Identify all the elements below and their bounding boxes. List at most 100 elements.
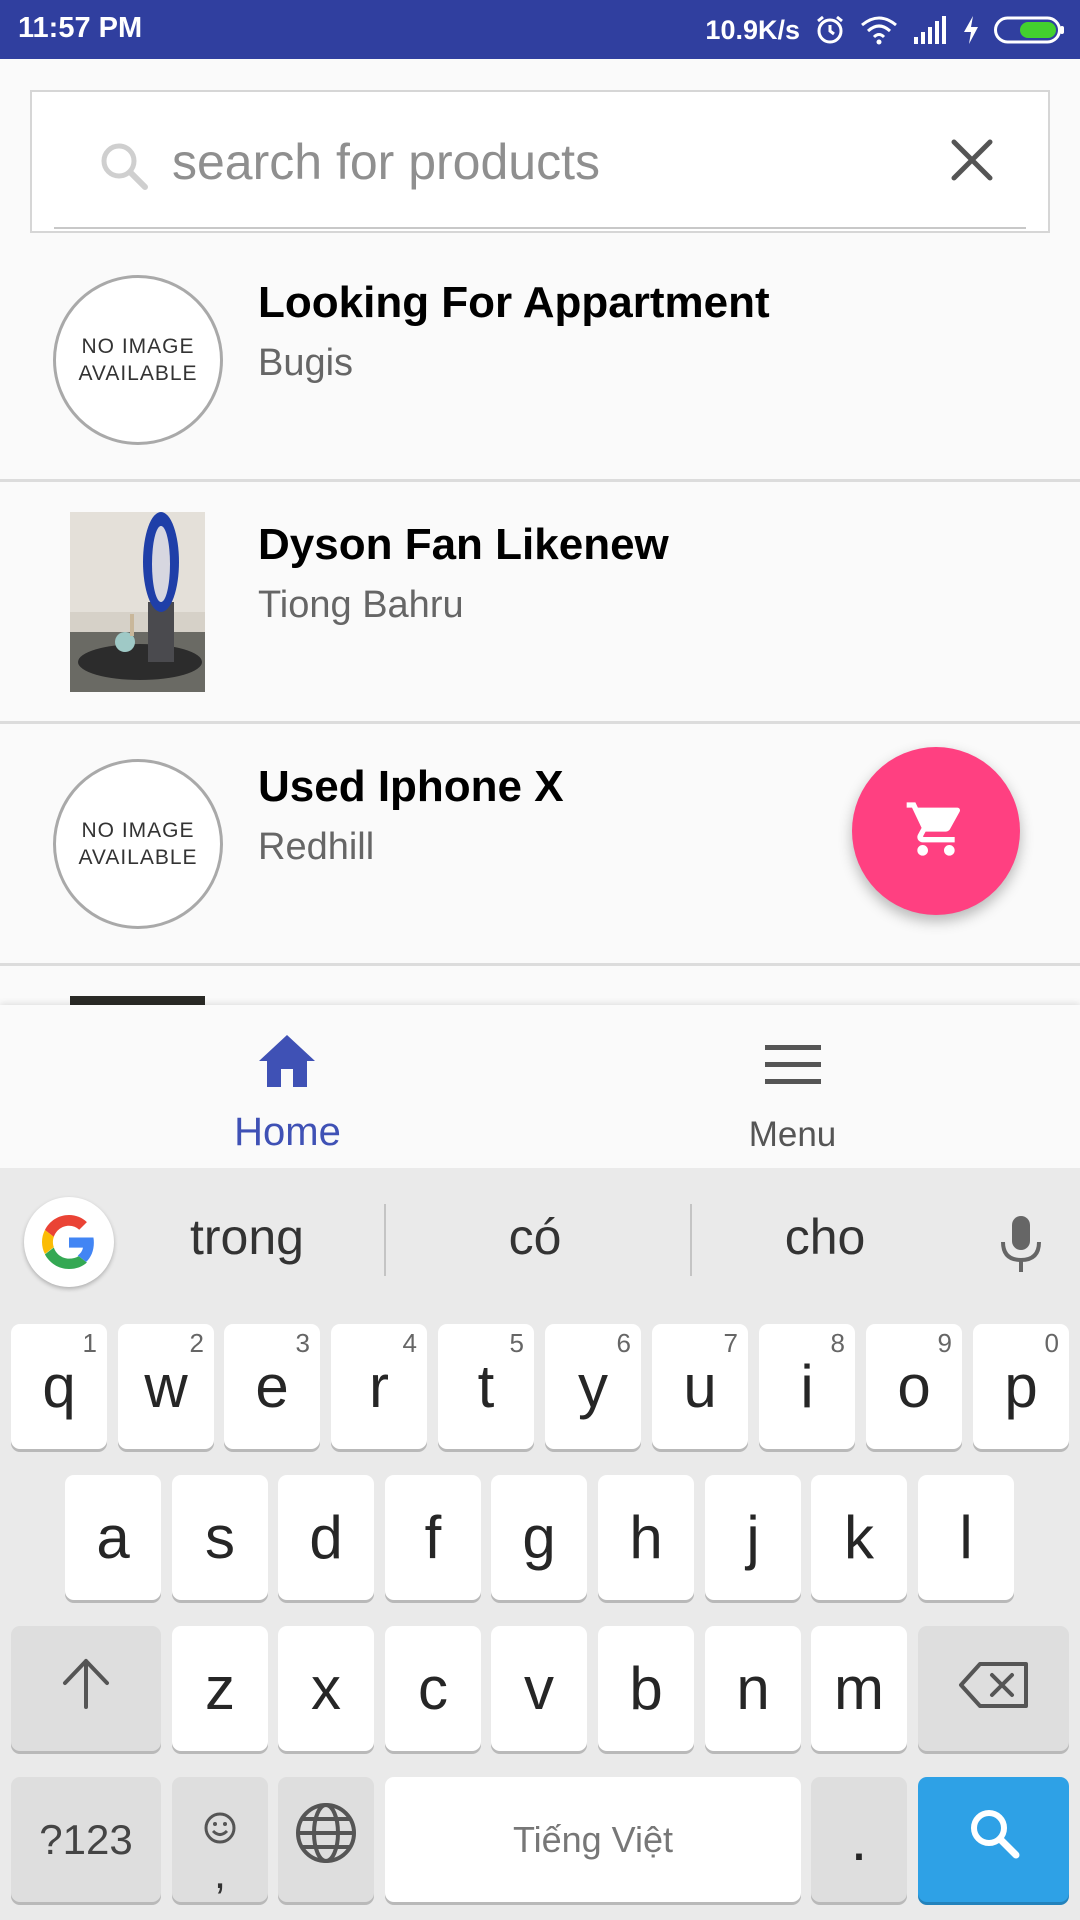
key-x[interactable]: x bbox=[278, 1626, 374, 1751]
product-photo bbox=[70, 996, 205, 1005]
key-label: a bbox=[96, 1504, 130, 1571]
key-e[interactable]: e3 bbox=[224, 1324, 320, 1449]
key-hint: 7 bbox=[723, 1328, 738, 1358]
symbols-key[interactable]: ?123 bbox=[11, 1777, 161, 1902]
shift-key[interactable] bbox=[11, 1626, 161, 1751]
key-label: t bbox=[477, 1353, 495, 1420]
language-key[interactable] bbox=[278, 1777, 374, 1902]
key-i[interactable]: i8 bbox=[759, 1324, 855, 1449]
no-image-line1: NO IMAGE bbox=[81, 819, 195, 842]
key-label: o bbox=[897, 1353, 931, 1420]
key-k[interactable]: k bbox=[811, 1475, 907, 1600]
key-b[interactable]: b bbox=[598, 1626, 694, 1751]
google-icon[interactable] bbox=[24, 1197, 114, 1287]
cart-fab-button[interactable] bbox=[852, 747, 1020, 915]
key-hint: 4 bbox=[402, 1328, 417, 1358]
status-bar: 11:57 PM 10.9K/s bbox=[0, 0, 1080, 59]
list-item[interactable]: Dyson Fan Likenew Tiong Bahru bbox=[0, 482, 1080, 724]
search-key[interactable] bbox=[918, 1777, 1069, 1902]
key-hint: 2 bbox=[189, 1328, 204, 1358]
key-f[interactable]: f bbox=[385, 1475, 481, 1600]
product-photo bbox=[70, 512, 205, 692]
key-label: v bbox=[524, 1655, 554, 1722]
suggestion-2[interactable]: có bbox=[410, 1208, 660, 1266]
key-label: d bbox=[309, 1504, 343, 1571]
no-image-line2: AVAILABLE bbox=[78, 846, 198, 869]
key-o[interactable]: o9 bbox=[866, 1324, 962, 1449]
nav-home-label: Home bbox=[234, 1110, 341, 1154]
bottom-navigation: Home Menu bbox=[0, 1005, 1080, 1168]
key-r[interactable]: r4 bbox=[331, 1324, 427, 1449]
key-label: l bbox=[959, 1504, 973, 1571]
close-icon[interactable] bbox=[942, 130, 1002, 190]
key-hint: 3 bbox=[295, 1328, 310, 1358]
key-t[interactable]: t5 bbox=[438, 1324, 534, 1449]
nav-menu[interactable]: Menu bbox=[540, 1005, 1080, 1168]
key-label: u bbox=[683, 1353, 717, 1420]
key-label: j bbox=[746, 1504, 760, 1571]
alarm-icon bbox=[814, 14, 846, 46]
search-underline bbox=[54, 227, 1026, 229]
search-bar[interactable] bbox=[30, 90, 1050, 233]
item-title: Looking For Appartment bbox=[258, 278, 770, 327]
key-label: z bbox=[205, 1655, 235, 1722]
key-label: s bbox=[205, 1504, 235, 1571]
nav-home[interactable]: Home bbox=[0, 1005, 540, 1168]
search-input[interactable] bbox=[172, 122, 912, 202]
emoji-comma-key[interactable]: , bbox=[172, 1777, 268, 1902]
key-w[interactable]: w2 bbox=[118, 1324, 214, 1449]
item-title: Used Iphone X bbox=[258, 762, 564, 811]
key-j[interactable]: j bbox=[705, 1475, 801, 1600]
key-label: b bbox=[629, 1655, 663, 1722]
search-icon bbox=[966, 1805, 1022, 1875]
key-l[interactable]: l bbox=[918, 1475, 1014, 1600]
key-label: f bbox=[424, 1504, 442, 1571]
mic-icon[interactable] bbox=[998, 1214, 1044, 1279]
key-label: y bbox=[578, 1353, 608, 1420]
suggestion-3[interactable]: cho bbox=[700, 1208, 950, 1266]
search-icon bbox=[98, 140, 150, 197]
key-u[interactable]: u7 bbox=[652, 1324, 748, 1449]
no-image-placeholder: NO IMAGE AVAILABLE bbox=[53, 275, 223, 445]
space-key[interactable]: Tiếng Việt bbox=[385, 1777, 801, 1902]
key-label: c bbox=[418, 1655, 448, 1722]
key-h[interactable]: h bbox=[598, 1475, 694, 1600]
key-z[interactable]: z bbox=[172, 1626, 268, 1751]
globe-icon bbox=[294, 1801, 358, 1879]
no-image-line1: NO IMAGE bbox=[81, 335, 195, 358]
signal-icon bbox=[912, 15, 948, 45]
key-label: . bbox=[850, 1806, 868, 1873]
wifi-icon bbox=[860, 15, 898, 45]
key-label: k bbox=[844, 1504, 874, 1571]
cart-icon bbox=[904, 797, 968, 866]
key-hint: 6 bbox=[616, 1328, 631, 1358]
key-s[interactable]: s bbox=[172, 1475, 268, 1600]
backspace-key[interactable] bbox=[918, 1626, 1069, 1751]
no-image-placeholder: NO IMAGE AVAILABLE bbox=[53, 759, 223, 929]
key-a[interactable]: a bbox=[65, 1475, 161, 1600]
key-y[interactable]: y6 bbox=[545, 1324, 641, 1449]
key-label: r bbox=[369, 1353, 389, 1420]
key-m[interactable]: m bbox=[811, 1626, 907, 1751]
key-label: g bbox=[522, 1504, 556, 1571]
battery-icon bbox=[994, 15, 1066, 45]
key-c[interactable]: c bbox=[385, 1626, 481, 1751]
key-n[interactable]: n bbox=[705, 1626, 801, 1751]
key-g[interactable]: g bbox=[491, 1475, 587, 1600]
key-label: Tiếng Việt bbox=[512, 1818, 674, 1860]
list-item[interactable]: NO IMAGE AVAILABLE Looking For Appartmen… bbox=[0, 240, 1080, 482]
list-item[interactable] bbox=[0, 966, 1080, 1005]
key-q[interactable]: q1 bbox=[11, 1324, 107, 1449]
key-d[interactable]: d bbox=[278, 1475, 374, 1600]
suggestion-1[interactable]: trong bbox=[122, 1208, 372, 1266]
status-time: 11:57 PM bbox=[18, 12, 143, 44]
key-label: h bbox=[629, 1504, 663, 1571]
period-key[interactable]: . bbox=[811, 1777, 907, 1902]
key-label: x bbox=[311, 1655, 341, 1722]
key-label: p bbox=[1004, 1353, 1038, 1420]
suggestion-divider bbox=[384, 1204, 386, 1276]
key-label: ?123 bbox=[39, 1815, 133, 1863]
key-v[interactable]: v bbox=[491, 1626, 587, 1751]
key-p[interactable]: p0 bbox=[973, 1324, 1069, 1449]
no-image-line2: AVAILABLE bbox=[78, 362, 198, 385]
